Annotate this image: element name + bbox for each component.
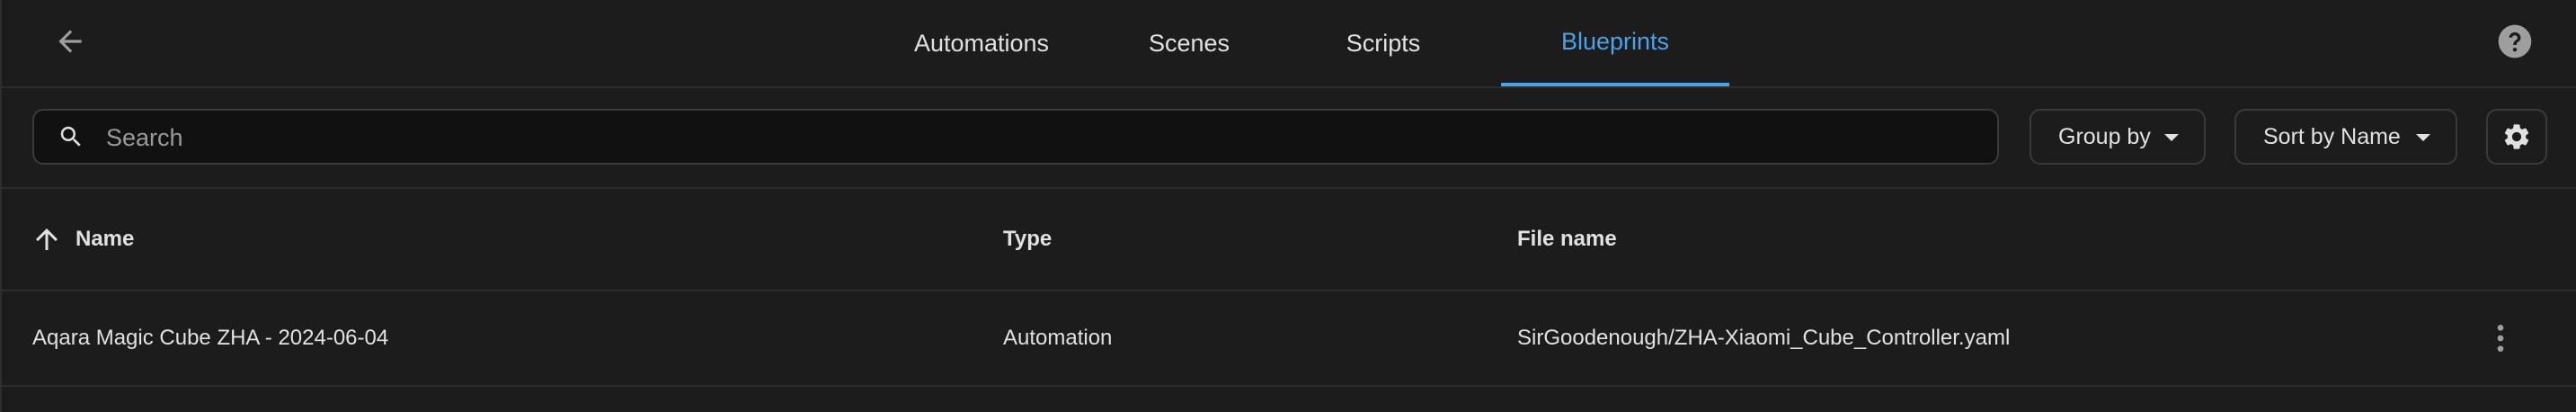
tab-scripts[interactable]: Scripts: [1285, 0, 1481, 86]
cell-file-name-text: SirGoodenough/ZHA-Xiaomi_Cube_Controller…: [1517, 326, 2011, 350]
caret-down-icon: [2416, 134, 2430, 141]
help-circle-icon: [2498, 24, 2532, 58]
cell-name-text: Aqara Magic Cube ZHA - 2024-06-04: [32, 326, 389, 350]
arrow-up-icon: [36, 228, 58, 250]
tab-label: Blueprints: [1560, 27, 1670, 55]
active-tab-indicator: [1501, 83, 1729, 86]
column-header-file-name[interactable]: File name: [1517, 189, 1617, 290]
search-box: [32, 109, 1999, 165]
caret-down-icon: [2164, 134, 2179, 141]
sort-by-dropdown[interactable]: Sort by Name: [2234, 109, 2457, 165]
column-header-label: Name: [76, 227, 135, 251]
sort-by-label: Sort by Name: [2263, 123, 2401, 149]
column-header-label: File name: [1517, 227, 1617, 251]
column-header-type[interactable]: Type: [1003, 189, 1052, 290]
tab-bar: Automations Scenes Scripts Blueprints: [2, 0, 2576, 86]
cell-file-name: SirGoodenough/ZHA-Xiaomi_Cube_Controller…: [1517, 291, 2010, 385]
cell-type-text: Automation: [1003, 326, 1113, 350]
cell-name: Aqara Magic Cube ZHA - 2024-06-04: [32, 291, 388, 385]
filter-toolbar: Group by Sort by Name: [2, 88, 2576, 189]
tab-automations[interactable]: Automations: [870, 0, 1093, 86]
tab-label: Scenes: [1148, 29, 1230, 57]
search-icon: [60, 126, 81, 147]
blueprints-page: Automations Scenes Scripts Blueprints Se…: [0, 0, 2576, 412]
table-row[interactable]: Aqara Magic Cube ZHA - 2024-06-04 Automa…: [2, 291, 2576, 387]
sort-direction-button[interactable]: [31, 223, 63, 255]
dots-vertical-icon: [2497, 325, 2504, 352]
group-by-label: Group by: [2058, 123, 2151, 149]
group-by-dropdown[interactable]: Group by: [2030, 109, 2206, 165]
table-header: Name Type File name: [2, 189, 2576, 291]
cell-type: Automation: [1003, 291, 1112, 385]
search-input[interactable]: [104, 118, 1977, 157]
column-header-name[interactable]: Name: [76, 189, 134, 290]
table-empty-area: [2, 387, 2576, 412]
gear-icon: [2504, 124, 2529, 149]
column-header-label: Type: [1003, 227, 1053, 251]
tab-scenes[interactable]: Scenes: [1093, 0, 1285, 86]
tab-label: Scripts: [1346, 29, 1421, 57]
tab-blueprints[interactable]: Blueprints: [1501, 0, 1729, 86]
table-settings-button[interactable]: [2486, 109, 2547, 165]
tab-label: Automations: [913, 29, 1050, 57]
row-overflow-menu-button[interactable]: [2479, 317, 2522, 360]
search-icon-container: [56, 121, 86, 152]
help-button[interactable]: [2490, 16, 2540, 67]
top-app-bar: Automations Scenes Scripts Blueprints: [2, 0, 2576, 88]
